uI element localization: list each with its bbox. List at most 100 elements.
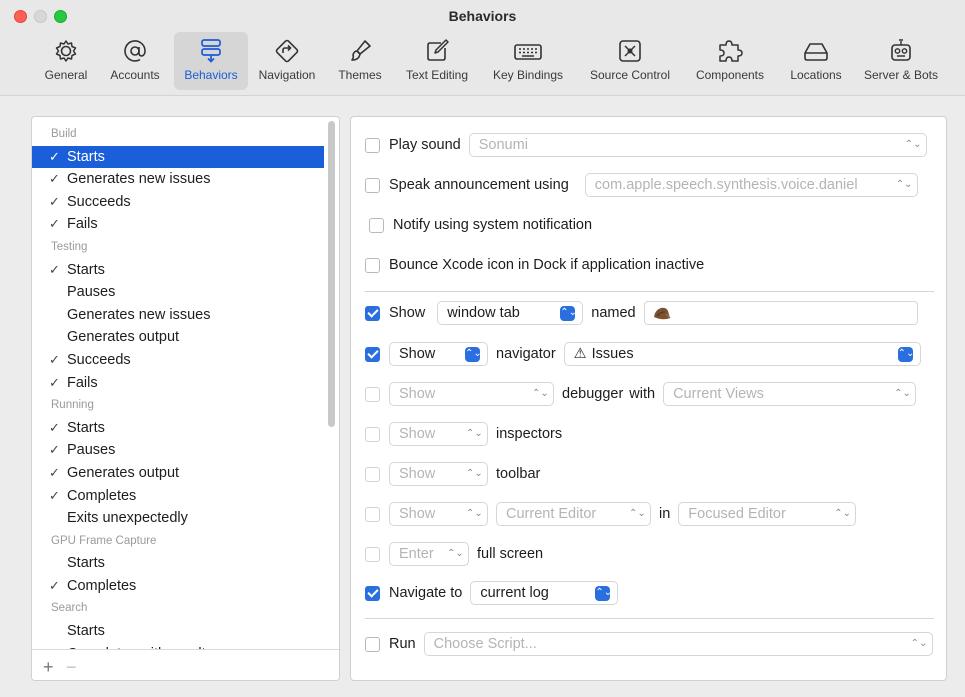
remove-behavior-button[interactable]: −: [66, 657, 77, 678]
event-list-footer: + −: [32, 649, 339, 680]
tab-locations[interactable]: Locations: [780, 32, 852, 90]
tab-themes[interactable]: Themes: [334, 32, 386, 90]
sound-popup-value: Sonumi: [478, 137, 528, 153]
at-sign-icon: [124, 40, 146, 62]
editor-type-popup[interactable]: Current Editor ⌃⌄: [496, 502, 651, 526]
checkmark-icon: ✓: [49, 148, 60, 164]
event-list-item[interactable]: ✓ Completes: [32, 575, 324, 598]
event-group-header: Running: [51, 399, 94, 412]
preferences-toolbar: General Accounts Behaviors Navigation Th…: [0, 30, 965, 92]
event-list-item[interactable]: ✓ Fails: [32, 213, 324, 236]
chevron-updown-icon: ⌃⌄: [466, 468, 483, 479]
chevron-updown-icon: ⌃⌄: [910, 638, 928, 649]
full-screen-popup[interactable]: Enter ⌃⌄: [389, 542, 469, 566]
sound-popup[interactable]: Sonumi ⌃⌄: [468, 133, 927, 157]
show-editor-checkbox[interactable]: [365, 506, 380, 522]
show-inspectors-checkbox[interactable]: [365, 426, 380, 442]
event-list-item[interactable]: ✓ Generates output: [32, 462, 324, 485]
event-list-item[interactable]: ✓ Completes: [32, 485, 324, 508]
inspectors-show-value: Show: [399, 426, 436, 442]
drive-icon: [804, 43, 828, 61]
event-list-item[interactable]: Starts: [32, 552, 324, 575]
tab-label: Navigation: [258, 68, 316, 82]
voice-popup-value: com.apple.speech.synthesis.voice.daniel: [594, 177, 858, 193]
debugger-views-popup[interactable]: Current Views ⌃⌄: [663, 382, 917, 406]
tab-accounts[interactable]: Accounts: [100, 32, 170, 90]
event-list-item[interactable]: ✓ Generates new issues: [32, 168, 324, 191]
script-popup-placeholder: Choose Script...: [433, 636, 537, 652]
checkmark-icon: ✓: [49, 351, 60, 367]
event-label: Generates output: [67, 329, 180, 346]
show-tab-checkbox[interactable]: [365, 305, 380, 321]
tab-label: Source Control: [589, 68, 671, 82]
behavior-options-panel: Play sound Sonumi ⌃⌄ Speak announcement …: [350, 116, 947, 681]
script-popup[interactable]: Choose Script... ⌃⌄: [423, 632, 933, 656]
debugger-show-popup[interactable]: Show ⌃⌄: [389, 382, 554, 406]
event-list-item[interactable]: ✓ Starts: [32, 145, 324, 169]
event-group-header: Search: [51, 602, 88, 615]
voice-popup[interactable]: com.apple.speech.synthesis.voice.daniel …: [584, 173, 918, 197]
full-screen-checkbox[interactable]: [365, 546, 380, 562]
show-debugger-checkbox[interactable]: [365, 386, 380, 402]
event-list-item[interactable]: Generates output: [32, 326, 324, 349]
notify-checkbox[interactable]: [369, 217, 384, 233]
speak-checkbox[interactable]: [365, 177, 380, 193]
checkmark-icon: ✓: [49, 419, 60, 435]
event-list-item[interactable]: Exits unexpectedly: [32, 507, 324, 530]
navigator-show-popup[interactable]: Show ⌃⌄: [389, 342, 488, 366]
add-behavior-button[interactable]: +: [43, 657, 54, 678]
event-list-item[interactable]: ✓ Pauses: [32, 439, 324, 462]
navigate-checkbox[interactable]: [365, 585, 380, 601]
keyboard-icon: [514, 44, 542, 60]
event-list-scrollbar[interactable]: [328, 121, 335, 427]
inspectors-show-popup[interactable]: Show ⌃⌄: [389, 422, 488, 446]
editor-show-popup[interactable]: Show ⌃⌄: [389, 502, 488, 526]
run-script-checkbox[interactable]: [365, 636, 380, 652]
event-list-item[interactable]: Starts: [32, 620, 324, 643]
event-label: Pauses: [67, 284, 116, 301]
event-group-header: Build: [51, 128, 77, 140]
event-list-item[interactable]: ✓ Starts: [32, 259, 324, 282]
chevron-updown-icon: ⌃⌄: [897, 347, 914, 362]
tab-key-bindings[interactable]: Key Bindings: [484, 32, 572, 90]
navigate-target-popup[interactable]: current log ⌃⌄: [470, 581, 619, 605]
event-list-item[interactable]: ✓ Succeeds: [32, 191, 324, 214]
chevron-updown-icon: ⌃⌄: [894, 388, 911, 399]
section-divider: [365, 291, 934, 292]
event-list-item[interactable]: ✓ Succeeds: [32, 349, 324, 372]
event-list-item[interactable]: Generates new issues: [32, 304, 324, 327]
event-list-item[interactable]: Pauses: [32, 281, 324, 304]
tab-name-field[interactable]: [643, 301, 918, 325]
play-sound-checkbox[interactable]: [365, 137, 380, 153]
debugger-with-label: with: [629, 386, 656, 402]
paintbrush-icon: [351, 40, 371, 61]
toolbar-show-popup[interactable]: Show ⌃⌄: [389, 462, 488, 486]
tab-behaviors[interactable]: Behaviors: [174, 32, 248, 90]
behavior-event-list[interactable]: Build ✓ Starts ✓ Generates new issues ✓ Succee…: [32, 123, 324, 649]
tab-navigation[interactable]: Navigation: [252, 32, 322, 90]
tab-type-popup[interactable]: window tab ⌃⌄: [437, 301, 584, 325]
show-toolbar-checkbox[interactable]: [365, 466, 380, 482]
event-list-item[interactable]: ✓ Fails: [32, 372, 324, 395]
navigator-target-popup[interactable]: ⚠ Issues ⌃⌄: [563, 342, 921, 366]
bounce-checkbox[interactable]: [365, 257, 380, 273]
editor-target-popup[interactable]: Focused Editor ⌃⌄: [678, 502, 857, 526]
tab-components[interactable]: Components: [686, 32, 774, 90]
tab-general[interactable]: General: [36, 32, 96, 90]
checkmark-icon: ✓: [49, 193, 60, 209]
pencil-square-icon: [427, 39, 449, 61]
tab-source-control[interactable]: Source Control: [580, 32, 680, 90]
chevron-updown-icon: ⌃⌄: [895, 179, 913, 190]
event-list-item[interactable]: ✓ Starts: [32, 417, 324, 440]
source-control-icon: [619, 40, 641, 62]
event-label: Exits unexpectedly: [67, 510, 188, 527]
navigate-target-value: current log: [480, 585, 549, 601]
tab-text-editing[interactable]: Text Editing: [398, 32, 476, 90]
show-inspectors-row: Show ⌃⌄ inspectors: [365, 421, 562, 447]
behaviors-icon: [201, 39, 221, 63]
chevron-updown-icon: ⌃⌄: [532, 388, 549, 399]
show-navigator-checkbox[interactable]: [365, 346, 380, 362]
checkmark-icon: ✓: [49, 442, 60, 458]
tab-label: General: [44, 68, 88, 82]
tab-server-bots[interactable]: Server & Bots: [856, 32, 946, 90]
